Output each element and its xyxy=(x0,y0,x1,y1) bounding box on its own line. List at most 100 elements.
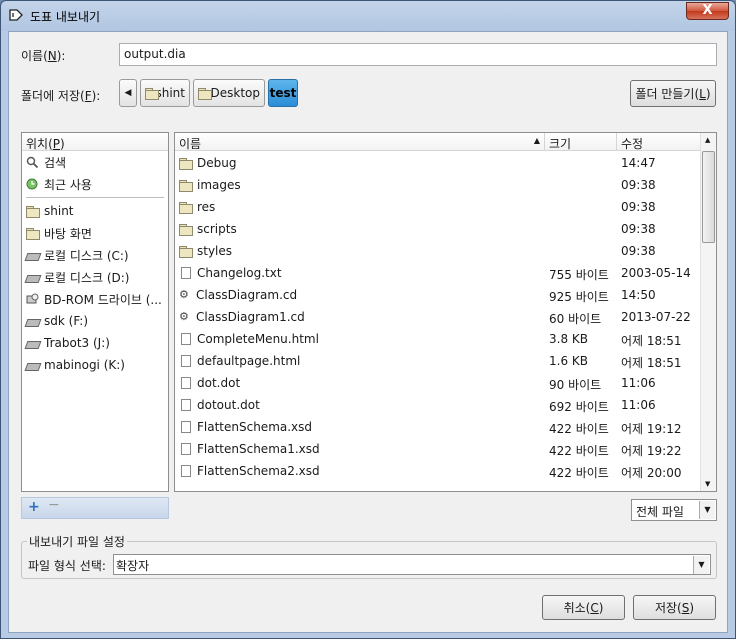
scroll-up-icon[interactable]: ▲ xyxy=(705,136,710,144)
file-name: ClassDiagram1.cd xyxy=(196,310,305,324)
places-item-trabot3[interactable]: Trabot3 (J:) xyxy=(22,332,168,354)
search-icon xyxy=(26,156,39,168)
folder-icon xyxy=(26,205,40,218)
file-size: 3.8 KB xyxy=(549,332,588,346)
column-header-modified[interactable]: 수정 xyxy=(617,133,702,151)
file-row[interactable]: scripts 09:38 xyxy=(175,218,702,240)
file-row[interactable]: Changelog.txt 755 바이트 2003-05-14 xyxy=(175,262,702,284)
add-bookmark-icon[interactable]: + xyxy=(28,499,40,515)
file-size: 422 바이트 xyxy=(549,422,609,436)
file-modified: 14:47 xyxy=(621,156,656,170)
save-button[interactable]: 저장(S) xyxy=(633,595,716,620)
vertical-scrollbar[interactable]: ▲ ▼ xyxy=(700,133,716,491)
folder-icon xyxy=(198,87,212,100)
diagram-icon: ⚙ xyxy=(179,288,189,301)
file-modified: 09:38 xyxy=(621,244,656,258)
places-item-drive-d[interactable]: 로컬 디스크 (D:) xyxy=(22,266,168,288)
remove-bookmark-icon[interactable]: − xyxy=(48,497,60,513)
file-name: res xyxy=(197,200,216,214)
dialog-window: 도표 내보내기 X 이름(N): output.dia 폴더에 저장(F): ◀… xyxy=(0,0,736,639)
export-settings-label: 내보내기 파일 설정 xyxy=(27,533,127,550)
file-modified: 11:06 xyxy=(621,398,656,412)
file-name: FlattenSchema2.xsd xyxy=(197,464,320,478)
file-modified: 어제 19:12 xyxy=(621,422,682,436)
save-in-label: 폴더에 저장(F): xyxy=(21,89,101,103)
file-row[interactable]: ⚙ ClassDiagram.cd 925 바이트 14:50 xyxy=(175,284,702,306)
create-folder-button[interactable]: 폴더 만들기(L) xyxy=(630,80,716,107)
file-row[interactable]: FlattenSchema.xsd 422 바이트 어제 19:12 xyxy=(175,416,702,438)
file-row[interactable]: dot.dot 90 바이트 11:06 xyxy=(175,372,702,394)
file-row[interactable]: res 09:38 xyxy=(175,196,702,218)
places-item-drive-c[interactable]: 로컬 디스크 (C:) xyxy=(22,244,168,266)
path-back-button[interactable]: ◀ xyxy=(119,79,137,107)
file-filter-select[interactable]: 전체 파일 ▼ xyxy=(631,499,717,521)
format-select[interactable]: 확장자 ▼ xyxy=(113,554,711,575)
file-modified: 09:38 xyxy=(621,200,656,214)
breadcrumb-desktop[interactable]: Desktop xyxy=(193,79,265,107)
file-row[interactable]: dotout.dot 692 바이트 11:06 xyxy=(175,394,702,416)
breadcrumb-test[interactable]: test xyxy=(268,79,298,107)
places-header[interactable]: 위치(P) xyxy=(22,133,168,151)
file-modified: 09:38 xyxy=(621,178,656,192)
file-row[interactable]: CompleteMenu.html 3.8 KB 어제 18:51 xyxy=(175,328,702,350)
file-row[interactable]: styles 09:38 xyxy=(175,240,702,262)
places-item-desktop[interactable]: 바탕 화면 xyxy=(22,222,168,244)
file-modified: 어제 19:22 xyxy=(621,444,682,458)
document-icon xyxy=(181,399,191,411)
file-row[interactable]: images 09:38 xyxy=(175,174,702,196)
file-rows: Debug 14:47 images 09:38 res 09:38 scripts 09:3… xyxy=(175,152,702,482)
file-row[interactable]: Debug 14:47 xyxy=(175,152,702,174)
scroll-down-icon[interactable]: ▼ xyxy=(705,480,710,488)
file-modified: 14:50 xyxy=(621,288,656,302)
file-modified: 어제 20:00 xyxy=(621,466,682,480)
folder-icon xyxy=(179,157,193,170)
cancel-button[interactable]: 취소(C) xyxy=(542,595,625,620)
file-name: dotout.dot xyxy=(197,398,260,412)
folder-icon xyxy=(145,87,161,100)
format-label: 파일 형식 선택: xyxy=(28,559,106,573)
chevron-down-icon: ▼ xyxy=(693,556,709,574)
document-icon xyxy=(181,377,191,389)
file-list: 이름 ▲ 크기 수정 Debug 14:47 images 09:38 res 09:38… xyxy=(174,132,717,492)
places-item-recent[interactable]: 최근 사용 xyxy=(22,173,168,195)
folder-icon xyxy=(179,223,193,236)
document-icon xyxy=(181,267,191,279)
drive-icon xyxy=(26,359,39,371)
file-name: ClassDiagram.cd xyxy=(196,288,298,302)
places-item-shint[interactable]: shint xyxy=(22,200,168,222)
places-separator xyxy=(26,197,164,198)
places-item-sdk[interactable]: sdk (F:) xyxy=(22,310,168,332)
name-label: 이름(N): xyxy=(21,49,66,63)
diagram-icon: ⚙ xyxy=(179,310,189,323)
file-name: FlattenSchema.xsd xyxy=(197,420,313,434)
document-icon xyxy=(181,443,191,455)
file-row[interactable]: FlattenSchema2.xsd 422 바이트 어제 20:00 xyxy=(175,460,702,482)
dialog-body: 이름(N): output.dia 폴더에 저장(F): ◀ shint Des… xyxy=(8,31,728,633)
folder-icon xyxy=(179,201,193,214)
places-item-search[interactable]: 검색 xyxy=(22,151,168,173)
file-name: dot.dot xyxy=(197,376,241,390)
file-size: 90 바이트 xyxy=(549,378,602,392)
document-icon xyxy=(181,465,191,477)
file-row[interactable]: ⚙ ClassDiagram1.cd 60 바이트 2013-07-22 xyxy=(175,306,702,328)
column-header-name[interactable]: 이름 ▲ xyxy=(175,133,545,151)
file-row[interactable]: defaultpage.html 1.6 KB 어제 18:51 xyxy=(175,350,702,372)
column-header-size[interactable]: 크기 xyxy=(545,133,617,151)
sort-ascending-icon: ▲ xyxy=(533,136,540,145)
places-item-mabinogi[interactable]: mabinogi (K:) xyxy=(22,354,168,376)
dia-app-icon xyxy=(9,9,23,21)
file-name: styles xyxy=(197,244,233,258)
filename-input[interactable]: output.dia xyxy=(119,43,717,66)
file-row[interactable]: FlattenSchema1.xsd 422 바이트 어제 19:22 xyxy=(175,438,702,460)
chevron-down-icon: ▼ xyxy=(699,501,715,519)
file-modified: 어제 18:51 xyxy=(621,356,682,370)
file-name: defaultpage.html xyxy=(197,354,301,368)
places-toolbar: + − xyxy=(21,497,169,519)
file-size: 422 바이트 xyxy=(549,466,609,480)
places-item-bd-rom[interactable]: BD-ROM 드라이브 (... xyxy=(22,288,168,310)
title-bar[interactable]: 도표 내보내기 X xyxy=(1,1,735,31)
close-button[interactable]: X xyxy=(686,2,729,20)
breadcrumb-shint[interactable]: shint xyxy=(140,79,190,107)
scrollbar-thumb[interactable] xyxy=(702,151,715,243)
left-arrow-icon: ◀ xyxy=(124,88,132,98)
